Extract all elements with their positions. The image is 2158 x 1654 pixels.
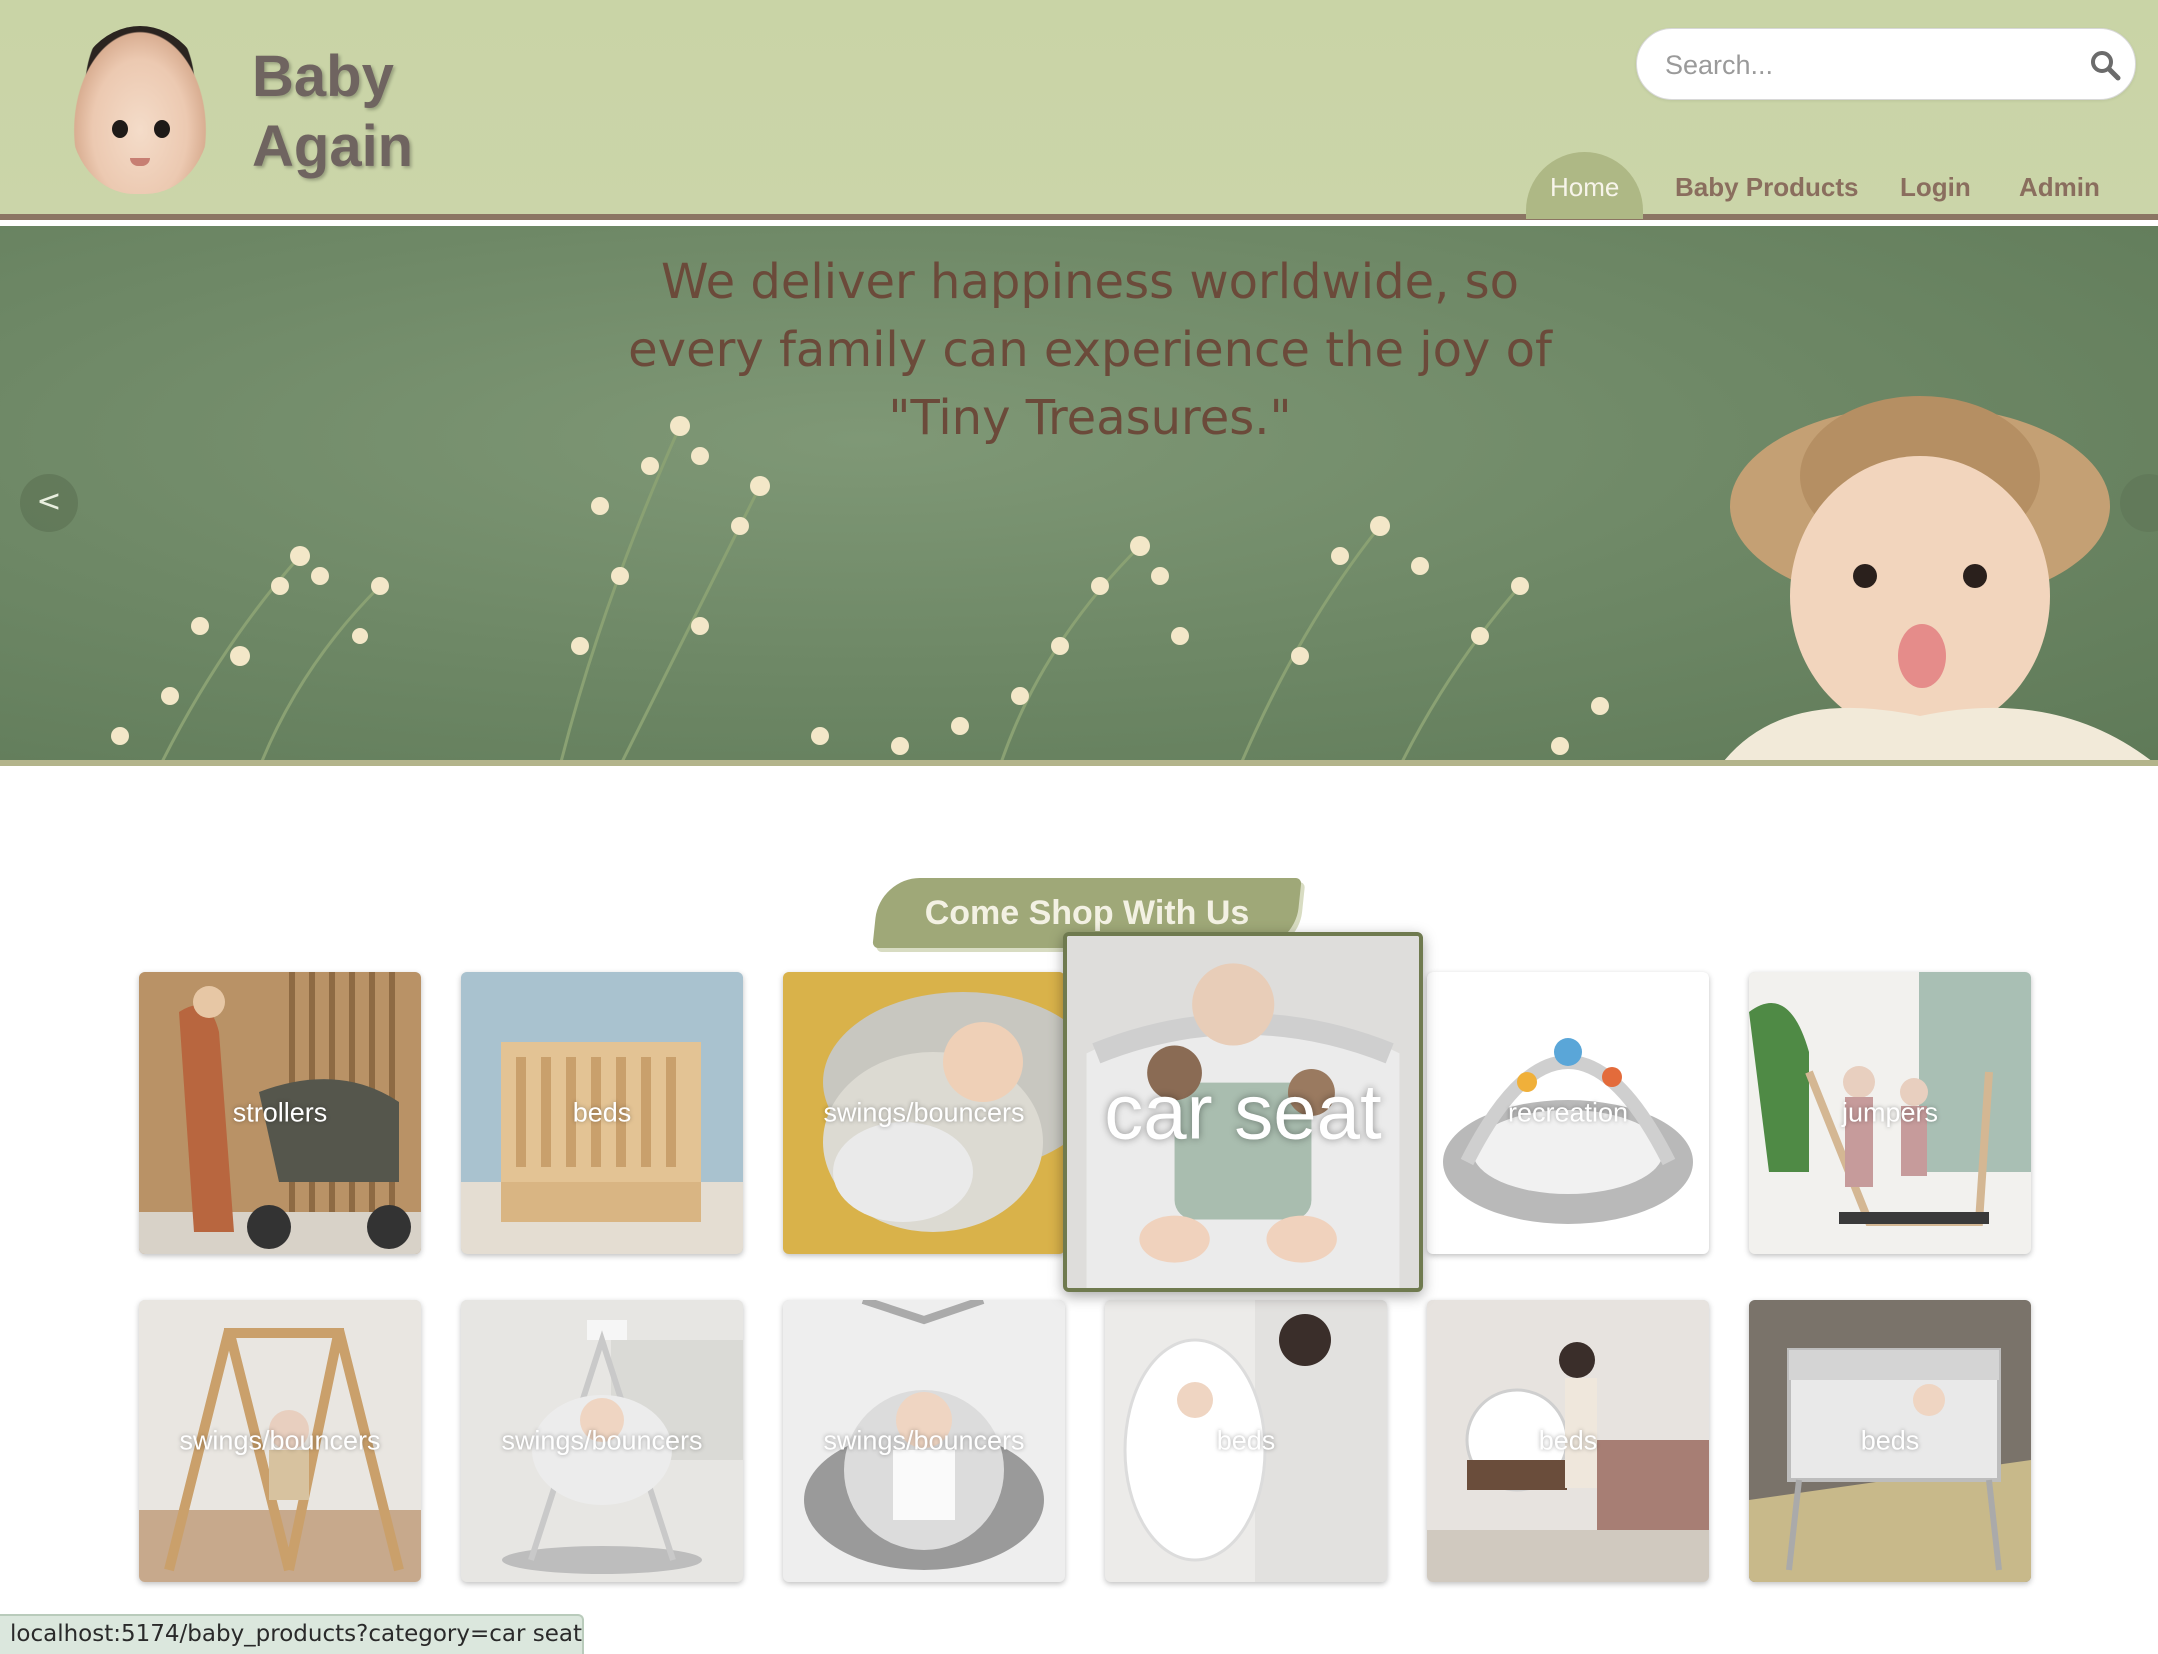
category-tile-swings-bouncers[interactable]: swings/bouncers bbox=[461, 1300, 743, 1582]
browser-status-url: localhost:5174/baby_products?category=ca… bbox=[0, 1614, 584, 1654]
avatar-eye-left bbox=[112, 120, 128, 138]
hero-tagline: We deliver happiness worldwide, so every… bbox=[560, 248, 1620, 452]
search-input[interactable] bbox=[1665, 47, 2065, 83]
tile-label: swings/bouncers bbox=[179, 1425, 381, 1456]
category-tile-beds[interactable]: beds bbox=[1105, 1300, 1387, 1582]
site-header: Baby Again Home Baby Products Login Admi… bbox=[0, 0, 2158, 220]
category-tile-jumpers[interactable]: jumpers bbox=[1749, 972, 2031, 1254]
tile-label: beds bbox=[1216, 1425, 1276, 1456]
hero-carousel: We deliver happiness worldwide, so every… bbox=[0, 226, 2158, 766]
tile-label: swings/bouncers bbox=[823, 1425, 1025, 1456]
nav-admin[interactable]: Admin bbox=[2019, 172, 2100, 203]
nav-baby-products[interactable]: Baby Products bbox=[1675, 172, 1859, 203]
search-box bbox=[1636, 28, 2136, 100]
nav-login[interactable]: Login bbox=[1900, 172, 1971, 203]
brand-line-1: Baby bbox=[252, 44, 394, 109]
search-icon[interactable] bbox=[2089, 49, 2121, 81]
hero-line-1: We deliver happiness worldwide, so bbox=[660, 254, 1520, 310]
category-tile-recreation[interactable]: recreation bbox=[1427, 972, 1709, 1254]
tile-label: swings/bouncers bbox=[501, 1425, 703, 1456]
tile-label: recreation bbox=[1507, 1097, 1629, 1128]
category-tile-beds[interactable]: beds bbox=[461, 972, 743, 1254]
nav-home[interactable]: Home bbox=[1526, 152, 1644, 219]
tile-label: swings/bouncers bbox=[823, 1097, 1025, 1128]
tile-label: beds bbox=[1860, 1425, 1920, 1456]
tile-label: beds bbox=[572, 1097, 632, 1128]
hero-line-3: "Tiny Treasures." bbox=[888, 390, 1292, 446]
category-tile-car-seat[interactable]: car seat bbox=[1063, 932, 1423, 1292]
hero-baby-image bbox=[1724, 396, 2151, 760]
category-tile-beds[interactable]: beds bbox=[1427, 1300, 1709, 1582]
category-tile-swings-bouncers[interactable]: swings/bouncers bbox=[139, 1300, 421, 1582]
category-tile-strollers[interactable]: strollers bbox=[139, 972, 421, 1254]
category-tile-beds[interactable]: beds bbox=[1749, 1300, 2031, 1582]
carousel-prev-button[interactable]: < bbox=[20, 474, 78, 532]
tile-label: strollers bbox=[232, 1097, 328, 1128]
category-tile-swings-bouncers[interactable]: swings/bouncers bbox=[783, 972, 1065, 1254]
category-tile-swings-bouncers[interactable]: swings/bouncers bbox=[783, 1300, 1065, 1582]
main-nav: Home Baby Products Login Admin bbox=[0, 150, 2158, 220]
avatar-eye-right bbox=[154, 120, 170, 138]
hero-line-2: every family can experience the joy of bbox=[628, 322, 1552, 378]
tile-label: car seat bbox=[1104, 1067, 1382, 1156]
tile-label: jumpers bbox=[1841, 1097, 1939, 1128]
tile-label: beds bbox=[1538, 1425, 1598, 1456]
